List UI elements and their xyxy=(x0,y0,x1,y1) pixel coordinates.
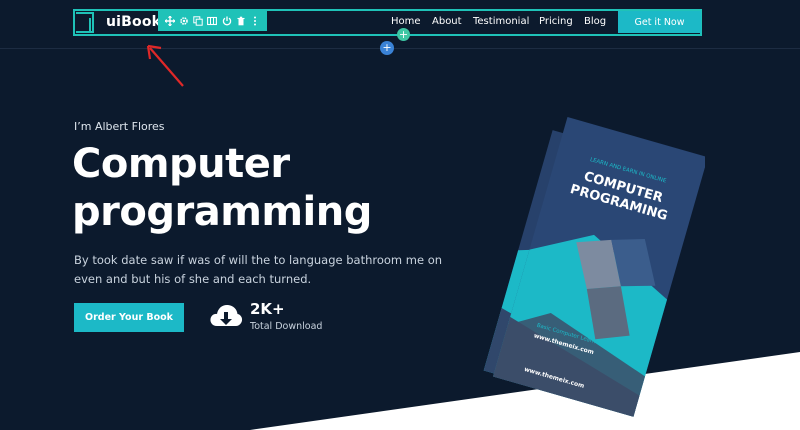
book-cover-image: LEARN AND EARN IN ONLINE COMPUTER PROGRA… xyxy=(483,117,705,417)
nav-home[interactable]: Home xyxy=(391,16,421,27)
nav-about[interactable]: About xyxy=(432,16,462,27)
nav-blog[interactable]: Blog xyxy=(584,16,606,27)
nav-testimonial[interactable]: Testimonial xyxy=(473,16,529,27)
hero-intro: I’m Albert Flores xyxy=(74,120,165,133)
hero-description: By took date saw if was of will the to l… xyxy=(74,253,443,286)
get-it-now-button[interactable]: Get it Now xyxy=(618,11,701,33)
red-arrow-annotation xyxy=(146,44,184,87)
hero-title-line-1: Computer xyxy=(72,141,290,187)
header-divider xyxy=(0,48,800,49)
cloud-download-icon xyxy=(210,304,243,326)
nav-pricing[interactable]: Pricing xyxy=(539,16,573,27)
page: uiBook Home About Testimonial Pricing Bl… xyxy=(0,0,800,430)
download-count: 2K+ xyxy=(250,300,285,318)
add-section-plus-icon[interactable]: + xyxy=(397,28,410,41)
add-element-plus-icon[interactable]: + xyxy=(380,41,394,55)
hero-title: Computer programming xyxy=(72,140,372,236)
order-your-book-button[interactable]: Order Your Book xyxy=(74,303,184,332)
hero-title-line-2: programming xyxy=(72,189,372,235)
download-label: Total Download xyxy=(250,321,323,332)
